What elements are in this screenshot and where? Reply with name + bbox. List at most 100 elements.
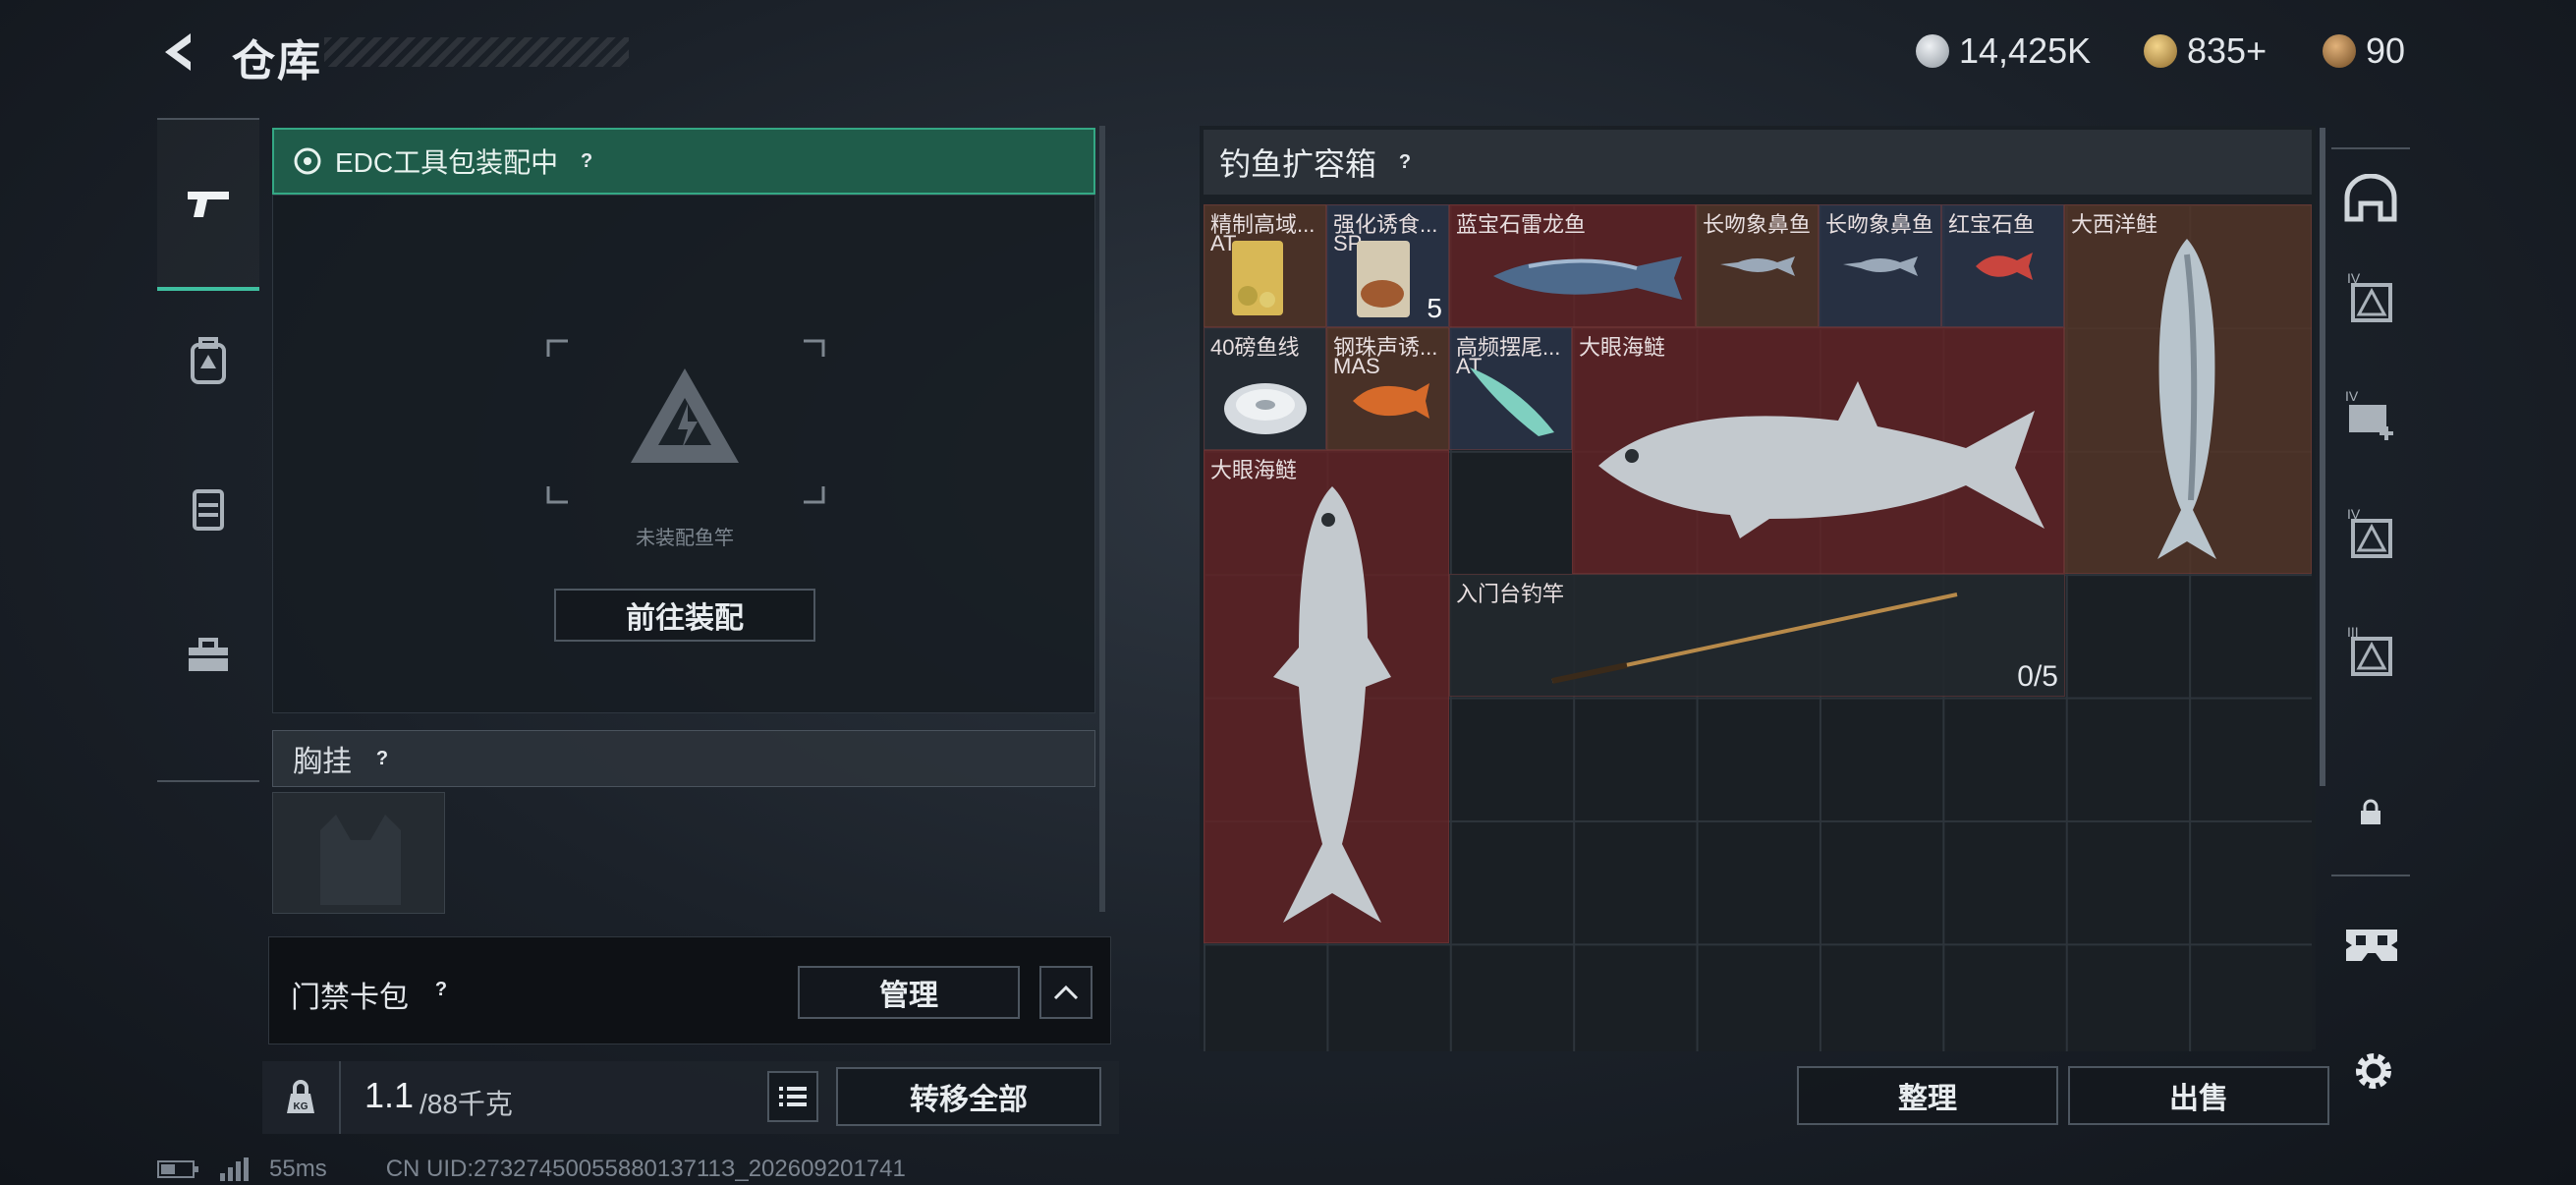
fishing-line-spool-icon: [1224, 383, 1307, 434]
edc-rod-slot[interactable]: 未装配鱼竿 前往装配: [272, 195, 1095, 713]
grid-item[interactable]: 大眼海鲢: [1572, 327, 2064, 574]
fishing-rod-icon: [1551, 592, 1958, 684]
container-title: 钓鱼扩容箱: [1219, 146, 1377, 182]
currency-gold[interactable]: 835+: [2144, 29, 2267, 73]
page-title: 仓库: [232, 37, 322, 85]
bronze-coin-icon: [2323, 34, 2356, 68]
gold-triangle-coin-icon: [2144, 34, 2177, 68]
grid-item[interactable]: 40磅鱼线: [1204, 327, 1326, 450]
list-view-button[interactable]: [767, 1071, 818, 1122]
keycard-case-bar: 门禁卡包 ? 管理: [268, 936, 1111, 1044]
currency-silver[interactable]: 14,425K: [1916, 29, 2091, 73]
chest-rig-slot[interactable]: [272, 792, 445, 914]
rail-helmet[interactable]: [2331, 149, 2410, 248]
grid-item[interactable]: 强化诱食... SP 5: [1326, 204, 1449, 327]
pistol-icon: [188, 192, 229, 217]
chevron-up-icon: [1053, 985, 1079, 1000]
delta-logo-icon: [631, 368, 739, 463]
container-scrollbar[interactable]: [2320, 128, 2325, 786]
collapse-button[interactable]: [1039, 966, 1092, 1019]
sell-button[interactable]: 出售: [2068, 1066, 2329, 1125]
sort-button[interactable]: 整理: [1797, 1066, 2058, 1125]
currency-bronze-value: 90: [2366, 30, 2406, 71]
grid-item[interactable]: 大西洋鲑: [2064, 204, 2312, 574]
grid-item[interactable]: 大眼海鲢: [1204, 450, 1449, 943]
settings-gear-icon[interactable]: [2350, 1047, 2397, 1095]
bait-bag-icon: [1232, 241, 1283, 315]
bait-bag-icon: [1357, 241, 1410, 317]
weight-current: 1.1: [364, 1075, 415, 1115]
edc-label: EDC工具包装配中: [335, 147, 559, 178]
rail-armor-iv[interactable]: IV: [2331, 248, 2410, 346]
grid-item[interactable]: 钢珠声诱... MAS: [1326, 327, 1449, 450]
lure-icon: [1353, 383, 1429, 419]
help-icon[interactable]: ?: [1390, 147, 1420, 177]
rail-armor-iv-2[interactable]: IV: [2331, 483, 2410, 582]
grid-item[interactable]: 高频摆尾... AT: [1449, 327, 1572, 450]
weight-bar: KG 1.1 /88千克 转移全部: [262, 1061, 1119, 1134]
help-icon[interactable]: ?: [367, 744, 397, 773]
grid-item[interactable]: 长吻象鼻鱼: [1819, 204, 1941, 327]
go-equip-button[interactable]: 前往装配: [554, 589, 815, 642]
elephantnose-fish-icon: [1843, 256, 1918, 276]
uid-text: CN UID:2732745005588013711З_202609201741: [385, 1156, 906, 1182]
helmet-slot-icon: [2344, 174, 2397, 222]
grid-item[interactable]: 长吻象鼻鱼: [1696, 204, 1819, 327]
rail-locked-slot[interactable]: [2331, 763, 2410, 862]
currency-bronze[interactable]: 90: [2323, 29, 2405, 73]
signal-icon: [220, 1157, 249, 1181]
armor-iv-2-icon: IV: [2347, 506, 2392, 558]
ping-value: 55ms: [269, 1156, 327, 1182]
transfer-all-button[interactable]: 转移全部: [836, 1067, 1101, 1126]
status-bar: 55ms CN UID:2732745005588013711З_2026092…: [157, 1156, 906, 1183]
tab-weapon[interactable]: [157, 120, 259, 291]
list-icon: [779, 1087, 807, 1106]
rail-armor-iii[interactable]: III: [2331, 601, 2410, 700]
currency-silver-value: 14,425K: [1959, 30, 2092, 71]
toolbox-icon: [189, 638, 228, 671]
kettlebell-icon: KG: [287, 1080, 314, 1113]
keycard-label: 门禁卡包: [291, 982, 409, 1014]
back-arrow-icon[interactable]: [157, 29, 202, 75]
svg-text:IV: IV: [2345, 388, 2359, 404]
medkit-iv-icon: IV: [2345, 388, 2393, 440]
team-icon[interactable]: [2342, 922, 2401, 965]
grid-item[interactable]: 蓝宝石雷龙鱼: [1449, 204, 1696, 327]
weight-max: /88千克: [420, 1089, 513, 1119]
grid-item[interactable]: 红宝石鱼: [1941, 204, 2064, 327]
backpack-icon: [191, 337, 226, 384]
chest-rig-label: 胸挂: [293, 746, 352, 778]
help-icon[interactable]: ?: [426, 975, 456, 1004]
container-header: 钓鱼扩容箱 ?: [1204, 130, 2312, 195]
edc-kit-bar[interactable]: EDC工具包装配中 ?: [272, 128, 1095, 195]
snakehead-fish-icon: [1493, 256, 1682, 300]
kg-badge: KG: [294, 1101, 308, 1112]
manage-button[interactable]: 管理: [798, 966, 1020, 1019]
left-scrollbar[interactable]: [1099, 126, 1105, 912]
armor-iii-icon: III: [2347, 624, 2392, 676]
grid-item[interactable]: 入门台钓竿 0/5: [1449, 574, 2065, 697]
weight-icon-box: KG: [262, 1061, 341, 1134]
title-decoration: [324, 37, 629, 67]
help-icon[interactable]: ?: [572, 146, 601, 176]
tab-toolbox[interactable]: [157, 582, 259, 729]
salmon-icon: [2157, 239, 2216, 559]
lure-icon: [1470, 367, 1554, 436]
currency-gold-value: 835+: [2187, 30, 2268, 71]
battery-icon: [157, 1160, 198, 1178]
aperture-icon: [294, 147, 321, 175]
tarpon-icon: [1273, 486, 1391, 923]
rail-medkit-iv[interactable]: IV: [2331, 366, 2410, 464]
tab-backpack[interactable]: [157, 287, 259, 434]
tab-vest[interactable]: [157, 434, 259, 582]
elephantnose-fish-icon: [1720, 256, 1795, 276]
red-fish-icon: [1976, 253, 2033, 280]
vest-icon: [193, 489, 224, 531]
empty-slot-text: 未装配鱼竿: [636, 528, 734, 549]
armor-iv-icon: IV: [2347, 270, 2392, 322]
grid-item[interactable]: 精制高域... AT: [1204, 204, 1326, 327]
chest-rig-header: 胸挂 ?: [272, 730, 1095, 787]
container-grid[interactable]: 精制高域... AT 强化诱食... SP 5 蓝宝石雷龙鱼 长吻象鼻鱼 长吻象…: [1204, 204, 2312, 1051]
tarpon-icon: [1598, 381, 2044, 538]
silver-coin-icon: [1916, 34, 1949, 68]
